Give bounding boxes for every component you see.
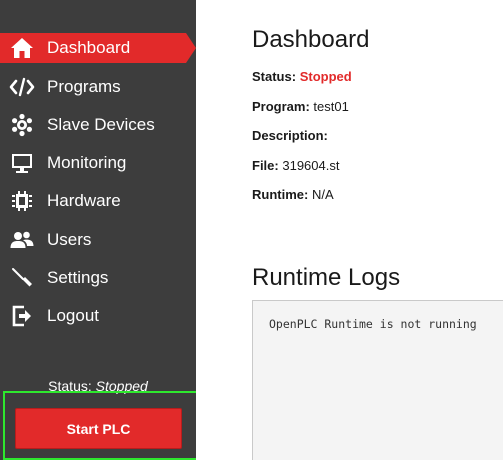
screwdriver-icon bbox=[9, 266, 35, 290]
gear-cluster-icon bbox=[9, 113, 35, 137]
main-content: Dashboard Status: Stopped Program: test0… bbox=[196, 0, 503, 460]
sidebar-item-label: Slave Devices bbox=[47, 115, 155, 134]
code-icon bbox=[9, 75, 35, 99]
chip-icon bbox=[9, 189, 35, 213]
sidebar-item-label: Logout bbox=[47, 306, 99, 325]
description-key: Description: bbox=[252, 128, 328, 143]
program-key: Program: bbox=[252, 99, 310, 114]
start-plc-button[interactable]: Start PLC bbox=[15, 408, 182, 449]
sidebar-item-programs[interactable]: Programs bbox=[0, 72, 196, 102]
sidebar-item-label: Settings bbox=[47, 268, 109, 287]
runtime-value: N/A bbox=[311, 187, 334, 202]
sidebar-item-slave-devices[interactable]: Slave Devices bbox=[0, 110, 196, 140]
start-plc-highlight: Start PLC bbox=[3, 391, 198, 460]
file-key: File: bbox=[252, 158, 279, 173]
sidebar-item-label: Dashboard bbox=[47, 38, 131, 57]
sidebar-item-users[interactable]: Users bbox=[0, 225, 196, 255]
sidebar-item-label: Hardware bbox=[47, 191, 121, 210]
runtime-logs-text: OpenPLC Runtime is not running bbox=[269, 317, 477, 331]
file-row: File: 319604.st bbox=[252, 158, 339, 173]
page-title: Dashboard bbox=[252, 26, 370, 53]
app-window: Dashboard Programs Slave Devices Monitor… bbox=[0, 0, 503, 460]
program-row: Program: test01 bbox=[252, 99, 349, 114]
program-value: test01 bbox=[313, 99, 349, 114]
monitor-icon bbox=[9, 151, 35, 175]
sidebar-item-logout[interactable]: Logout bbox=[0, 301, 196, 331]
sidebar-item-dashboard[interactable]: Dashboard bbox=[0, 33, 196, 63]
users-icon bbox=[9, 228, 35, 252]
description-row: Description: bbox=[252, 128, 328, 143]
runtime-key: Runtime: bbox=[252, 187, 309, 202]
status-row: Status: Stopped bbox=[252, 69, 352, 84]
runtime-logs-box[interactable]: OpenPLC Runtime is not running bbox=[252, 300, 503, 460]
status-value: Stopped bbox=[299, 69, 352, 84]
home-icon bbox=[9, 36, 35, 60]
status-key: Status: bbox=[252, 69, 297, 84]
sidebar-item-label: Users bbox=[47, 230, 92, 249]
file-value: 319604.st bbox=[282, 158, 340, 173]
runtime-row: Runtime: N/A bbox=[252, 187, 334, 202]
sidebar-item-settings[interactable]: Settings bbox=[0, 263, 196, 293]
runtime-logs-title: Runtime Logs bbox=[252, 264, 401, 291]
sidebar-item-label: Monitoring bbox=[47, 153, 127, 172]
sidebar: Dashboard Programs Slave Devices Monitor… bbox=[0, 0, 198, 460]
logout-icon bbox=[9, 304, 35, 328]
sidebar-item-label: Programs bbox=[47, 77, 121, 96]
sidebar-item-hardware[interactable]: Hardware bbox=[0, 186, 196, 216]
sidebar-item-monitoring[interactable]: Monitoring bbox=[0, 148, 196, 178]
